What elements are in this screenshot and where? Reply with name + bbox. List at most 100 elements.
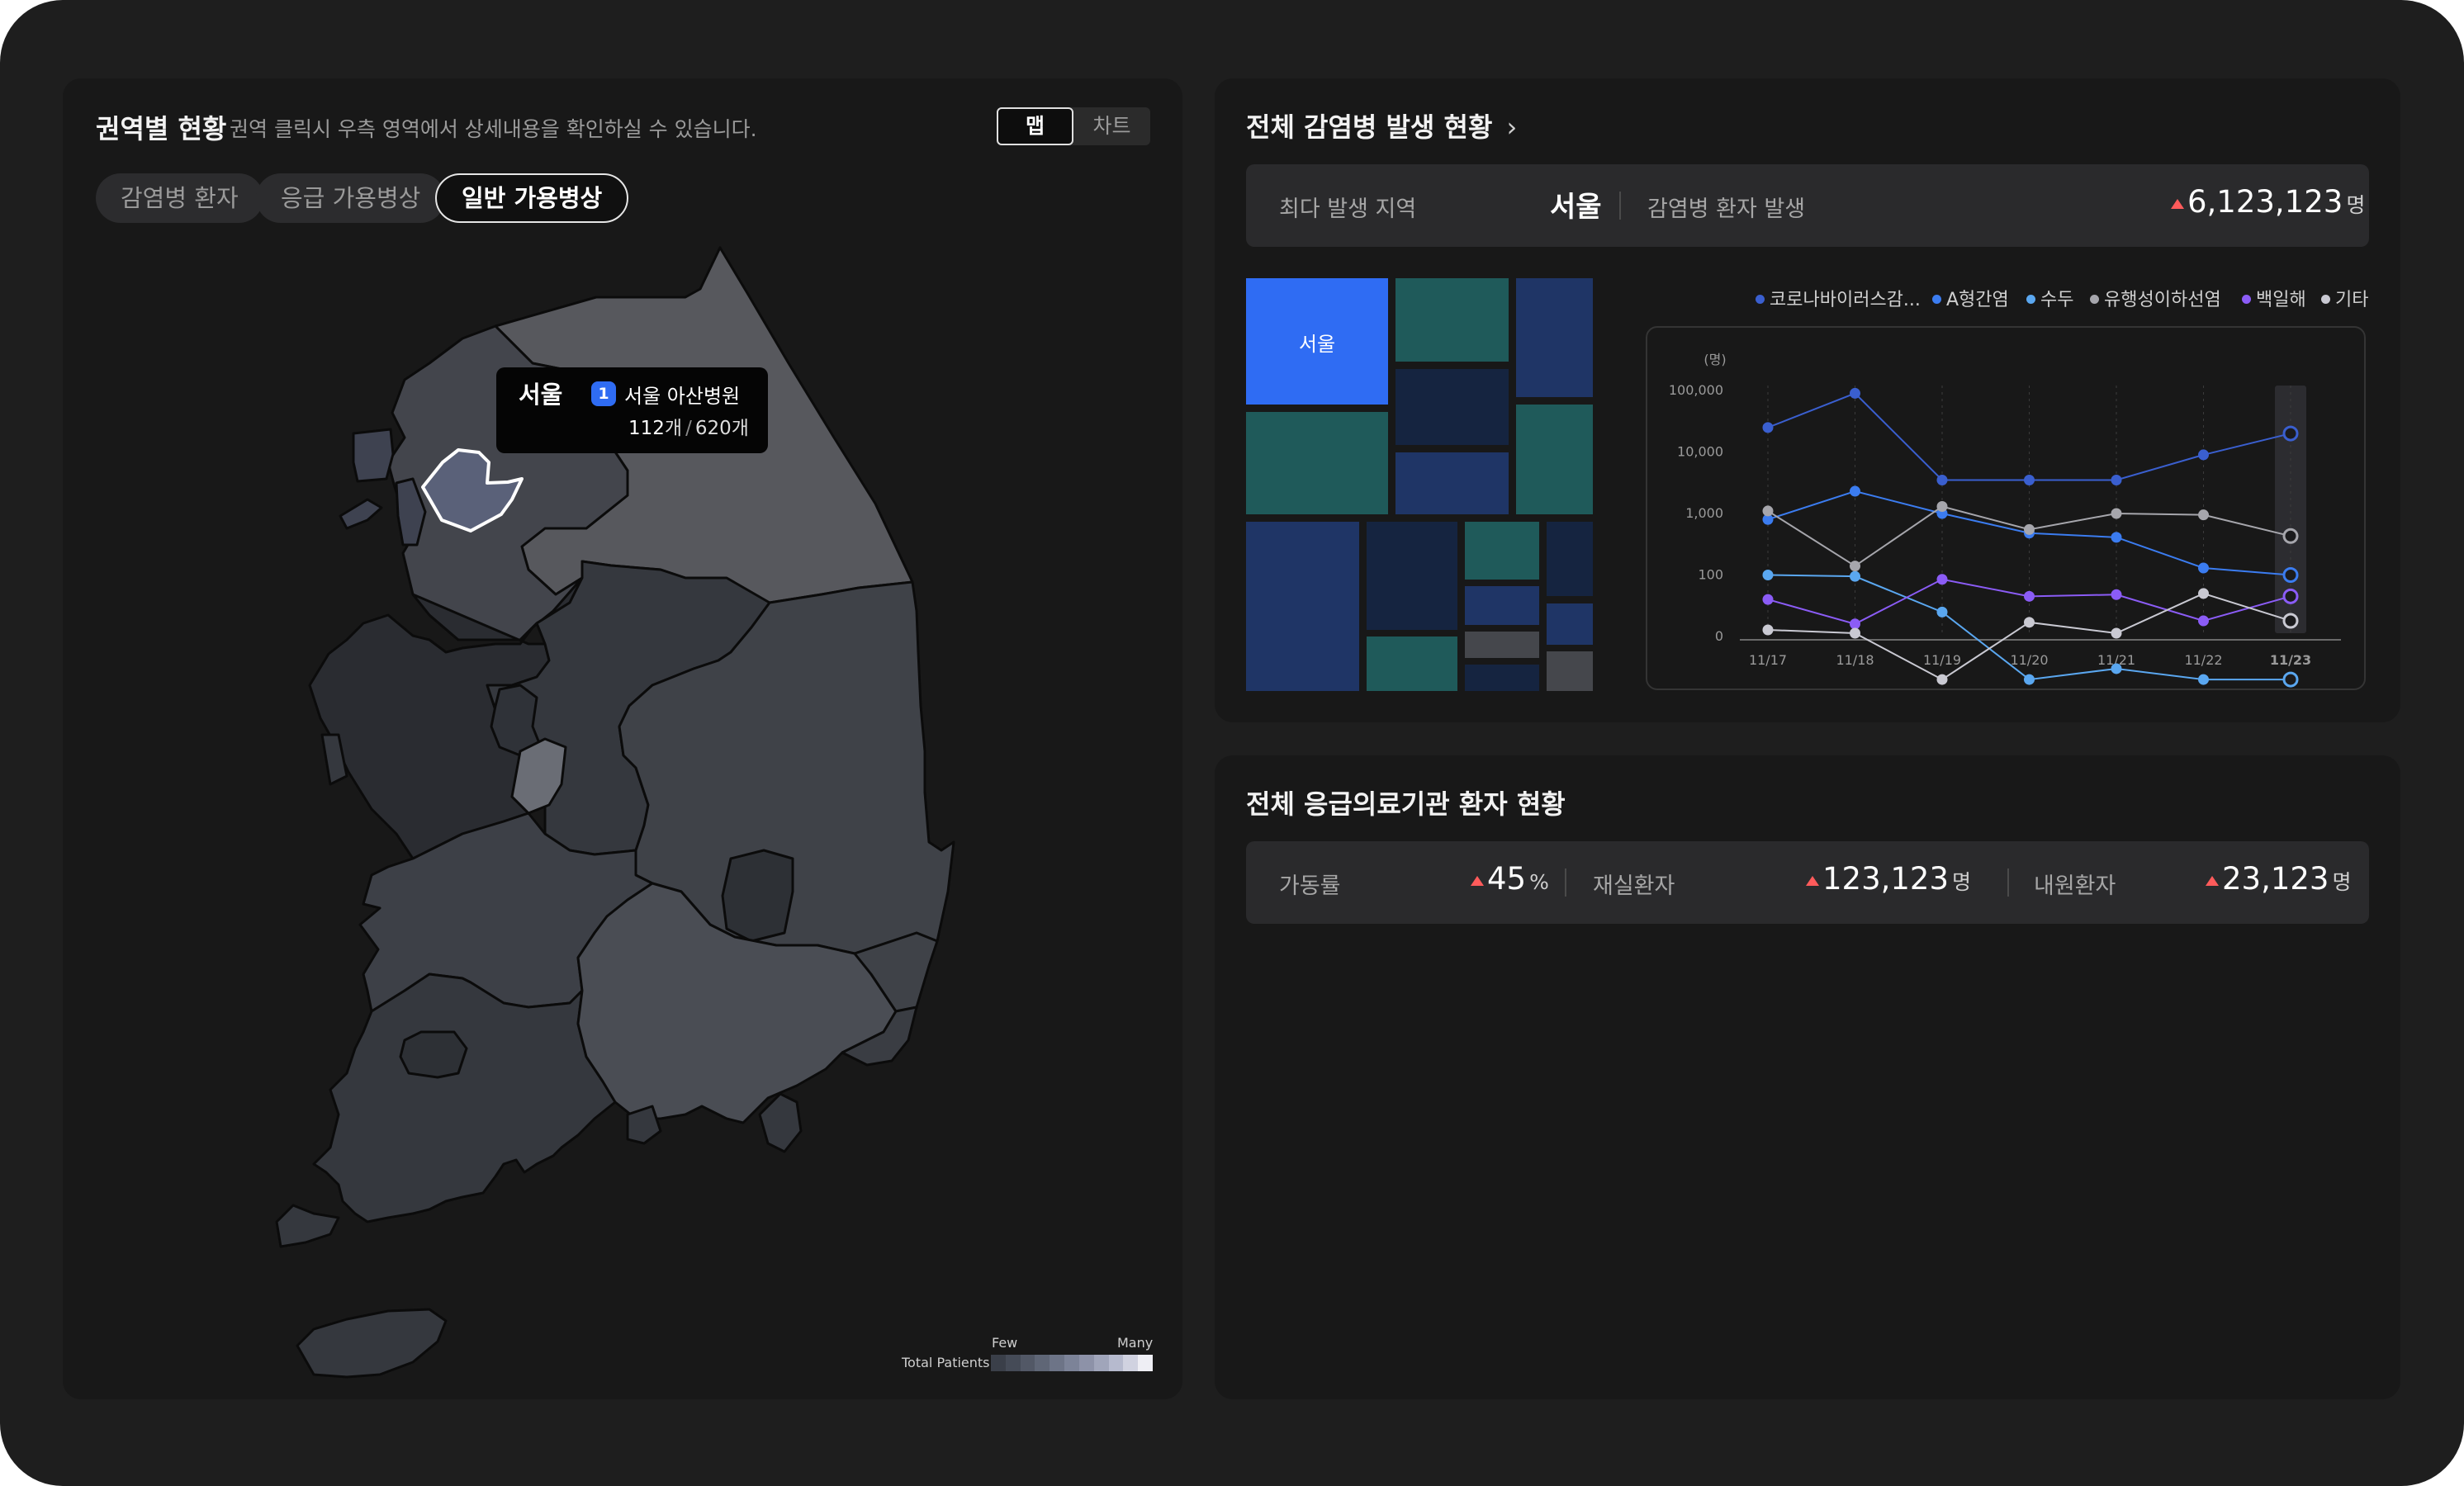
legend-few-label: Few [992,1335,1018,1351]
data-point [1762,505,1774,517]
y-tick-label: 1,000 [1685,505,1723,521]
data-point [1850,387,1860,399]
data-point-highlighted [2282,567,2299,583]
region-island-sw [275,1204,340,1248]
treemap-cell[interactable] [1465,632,1539,658]
y-tick-label: 10,000 [1677,444,1723,460]
x-tick-label: 11/20 [2010,652,2048,668]
legend-item[interactable]: 유행성이하선염 [2090,285,2221,311]
data-point [2024,474,2035,485]
data-point [1762,594,1774,605]
y-tick-label: 0 [1715,628,1723,644]
treemap-cell[interactable] [1395,369,1509,445]
divider [2007,868,2009,897]
increase-icon [1471,876,1484,886]
legend-item[interactable]: 백일해 [2242,285,2306,311]
legend-swatch [1138,1355,1153,1371]
treemap-cell[interactable] [1547,522,1593,596]
legend-item[interactable]: A형간염 [1932,285,2009,311]
region-incheon-island-2 [339,498,383,530]
tooltip-total: 620개 [694,418,749,439]
data-point [1936,674,1948,685]
treemap-cell[interactable] [1246,412,1388,514]
treemap-cell[interactable] [1465,586,1539,625]
treemap-cell[interactable] [1465,665,1539,691]
treemap-cell[interactable] [1367,522,1457,630]
treemap-cell[interactable] [1547,603,1593,645]
data-point [1936,574,1948,585]
data-point [2024,617,2035,628]
patients-label: 감염병 환자 발생 [1647,196,1806,222]
region-gwangju[interactable] [399,1030,468,1079]
data-point [2111,532,2122,543]
increase-icon [2171,199,2184,209]
data-point [2111,508,2122,519]
legend-swatch [1064,1355,1079,1371]
x-tick-label: 11/23 [2270,652,2311,668]
infection-panel-title[interactable]: 전체 감염병 발생 현황 › [1246,106,1517,144]
region-daegu[interactable] [721,849,794,943]
legend-swatch [1050,1355,1065,1371]
top-region-value: 서울 [1550,191,1602,224]
inpatient-unit: 명 [1952,870,1972,894]
legend-item[interactable]: 수두 [2026,285,2073,311]
data-point [2111,663,2122,674]
visitor-unit: 명 [2332,870,2352,894]
data-point [1850,627,1860,639]
visitor-number: 23,123 [2222,861,2329,897]
treemap-cell[interactable] [1465,522,1539,580]
region-island-geoje [758,1092,803,1153]
region-jeonnam[interactable] [312,973,617,1223]
data-point [1762,422,1774,433]
tooltip-hospital-name: 서울 아산병원 [624,385,741,408]
data-point [2198,509,2209,521]
data-point [2198,562,2209,574]
data-point [2198,588,2209,599]
data-point-highlighted [2282,588,2299,604]
data-point-highlighted [2282,528,2299,544]
treemap-cell[interactable] [1395,278,1509,362]
legend-swatch [1093,1355,1109,1371]
treemap-cell[interactable] [1367,637,1457,691]
operation-rate-label: 가동률 [1279,873,1341,899]
treemap-cell-seoul[interactable]: 서울 [1246,278,1388,405]
region-incheon-island [352,428,395,483]
treemap-cell[interactable] [1395,452,1509,514]
operation-rate-value: 45% [1487,861,1549,897]
treemap-cell[interactable] [1516,278,1593,397]
x-tick-label: 11/18 [1836,652,1874,668]
legend-dot-icon [1932,294,1941,304]
increase-icon [2206,876,2219,886]
data-point [1850,561,1860,572]
data-point [2111,627,2122,639]
region-jeju[interactable] [296,1308,448,1379]
treemap-cell[interactable] [1547,651,1593,691]
patients-number: 6,123,123 [2187,184,2343,220]
legend-swatch [1005,1355,1021,1371]
region-treemap: 서울 [1246,278,1593,691]
infection-panel-title-text: 전체 감염병 발생 현황 [1246,111,1493,143]
patients-unit: 명 [2346,193,2366,217]
data-point [1936,474,1948,485]
y-axis-label: (명) [1703,352,1726,367]
divider [1565,868,1566,897]
legend-dot-icon [1756,294,1765,304]
data-point-highlighted [2282,613,2299,629]
divider [1619,192,1621,220]
legend-item[interactable]: 기타 [2321,285,2368,311]
korea-map [275,246,955,1379]
y-tick-label: 100 [1698,567,1723,583]
operation-rate-unit: % [1529,870,1549,894]
infection-summary-bar: 최다 발생 지역 서울 감염병 환자 발생 6,123,123 명 [1246,164,2369,247]
top-region-label: 최다 발생 지역 [1279,196,1417,222]
legend-item[interactable]: 코로나바이러스감... [1756,285,1921,311]
tooltip-bed-count: 112개/620개 [628,418,749,439]
tooltip-count-value: 112 [628,418,665,439]
treemap-cell[interactable] [1516,405,1593,514]
data-point [2198,449,2209,461]
y-tick-label: 100,000 [1669,382,1723,398]
treemap-cell[interactable] [1246,522,1359,691]
legend-dot-icon [2090,294,2099,304]
operation-rate-number: 45 [1487,861,1527,897]
legend-label: 수두 [2040,290,2074,310]
